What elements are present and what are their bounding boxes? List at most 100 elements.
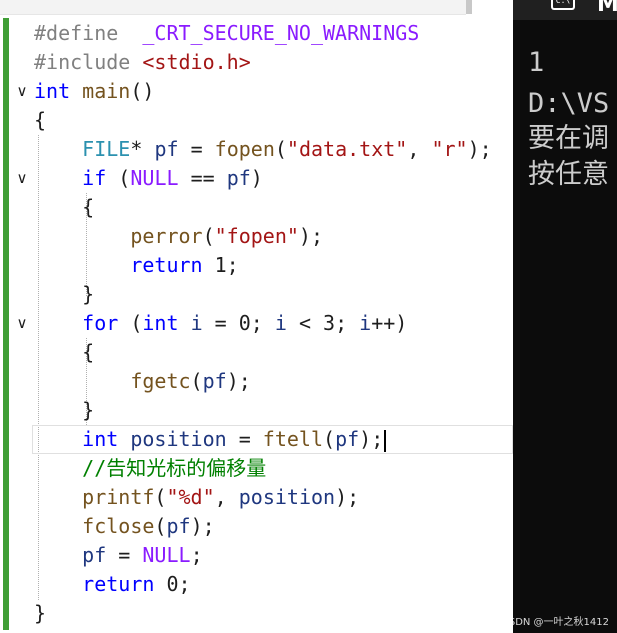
code-token: pf <box>335 427 360 451</box>
code-line[interactable]: { <box>0 338 513 367</box>
code-text: #define _CRT_SECURE_NO_WARNINGS <box>34 19 419 48</box>
code-text: fclose(pf); <box>34 512 215 541</box>
code-token: , <box>214 485 239 509</box>
code-line[interactable]: ∨ int main() <box>0 77 513 106</box>
code-token: <stdio.h> <box>142 50 251 74</box>
code-line[interactable]: fgetc(pf); <box>0 367 513 396</box>
code-token: , <box>407 137 432 161</box>
code-line[interactable]: perror("fopen"); <box>0 222 513 251</box>
code-token: printf <box>82 485 155 509</box>
code-token: ); <box>190 514 215 538</box>
code-line[interactable]: { <box>0 106 513 135</box>
code-token: ; <box>190 543 203 567</box>
code-token: = <box>106 543 143 567</box>
code-text: return 1; <box>34 251 239 280</box>
fold-toggle-icon[interactable]: ∨ <box>12 164 32 193</box>
code-token: } <box>34 398 95 422</box>
code-token: } <box>34 601 47 625</box>
console-output-line: D:\VS <box>528 88 610 119</box>
code-line[interactable]: FILE* pf = fopen("data.txt", "r"); <box>0 135 513 164</box>
code-token: ( <box>154 485 167 509</box>
code-token: { <box>34 195 95 219</box>
code-token: { <box>34 108 47 132</box>
code-token: 0; <box>154 572 191 596</box>
editor-top-scrollbar[interactable] <box>0 0 466 15</box>
code-editor[interactable]: #define _CRT_SECURE_NO_WARNINGS #include … <box>0 0 513 633</box>
code-line[interactable]: fclose(pf); <box>0 512 513 541</box>
code-text: { <box>34 338 94 367</box>
code-token: = <box>178 137 215 161</box>
code-token: ); <box>467 137 492 161</box>
code-line[interactable]: #include <stdio.h> <box>0 48 513 77</box>
code-token: int <box>142 311 179 335</box>
text-caret <box>384 429 387 452</box>
code-token: pf <box>82 543 107 567</box>
code-token: position <box>238 485 336 509</box>
console-window[interactable]: C:\ M 1 D:\VS 要在调 按任意 CSDN @一叶之秋1412 <box>513 0 617 633</box>
code-line[interactable]: return 0; <box>0 570 513 599</box>
code-line[interactable]: printf("%d", position); <box>0 483 513 512</box>
code-token: ); <box>359 427 384 451</box>
code-token: ( <box>274 137 287 161</box>
code-text: perror("fopen"); <box>34 222 323 251</box>
console-output-line: 要在调 <box>528 123 609 154</box>
code-token: ); <box>226 369 251 393</box>
code-text: fgetc(pf); <box>34 367 251 396</box>
code-token: = 0; <box>202 311 275 335</box>
code-line[interactable]: //告知光标的偏移量 <box>0 454 513 483</box>
terminal-icon: C:\ <box>551 0 575 10</box>
code-token: _CRT_SECURE_NO_WARNINGS <box>142 21 420 45</box>
code-token: int <box>34 79 71 103</box>
code-line[interactable]: return 1; <box>0 251 513 280</box>
code-line[interactable]: { <box>0 193 513 222</box>
code-line[interactable]: } <box>0 280 513 309</box>
code-text: { <box>34 193 94 222</box>
code-token: NULL <box>142 543 191 567</box>
fold-toggle-icon[interactable]: ∨ <box>12 309 32 338</box>
code-text: FILE* pf = fopen("data.txt", "r"); <box>34 135 492 164</box>
fold-toggle-icon[interactable]: ∨ <box>12 77 32 106</box>
code-text: if (NULL == pf) <box>34 164 263 193</box>
code-line[interactable]: ∨ if (NULL == pf) <box>0 164 513 193</box>
code-token: pf <box>202 369 227 393</box>
code-line[interactable]: } <box>0 599 513 628</box>
code-text: #include <stdio.h> <box>34 48 251 77</box>
code-text: //告知光标的偏移量 <box>34 454 266 483</box>
code-text: int main() <box>34 77 154 106</box>
code-line[interactable]: #define _CRT_SECURE_NO_WARNINGS <box>0 19 513 48</box>
code-line[interactable]: pf = NULL; <box>0 541 513 570</box>
code-token: position <box>130 427 227 451</box>
code-token: "%d" <box>166 485 215 509</box>
code-token: for <box>82 311 119 335</box>
code-line[interactable]: int position = ftell(pf); <box>0 425 513 454</box>
scrollbar-thumb[interactable] <box>466 0 472 14</box>
code-token: i <box>274 311 287 335</box>
code-token: ( <box>118 311 143 335</box>
code-token: * <box>130 137 155 161</box>
code-token: "data.txt" <box>286 137 408 161</box>
console-output-line: 按任意 <box>528 159 609 190</box>
code-line[interactable]: } <box>0 396 513 425</box>
code-token: ++) <box>371 311 408 335</box>
code-token: ( <box>154 514 167 538</box>
console-titlebar[interactable]: C:\ M <box>513 0 617 20</box>
code-text: { <box>34 106 46 135</box>
code-token: ); <box>335 485 360 509</box>
code-line[interactable]: ∨ for (int i = 0; i < 3; i++) <box>0 309 513 338</box>
code-token: fopen <box>214 137 275 161</box>
code-token: ); <box>298 224 324 248</box>
code-token: 1; <box>202 253 239 277</box>
code-token: == <box>178 166 227 190</box>
code-token: ftell <box>262 427 324 451</box>
